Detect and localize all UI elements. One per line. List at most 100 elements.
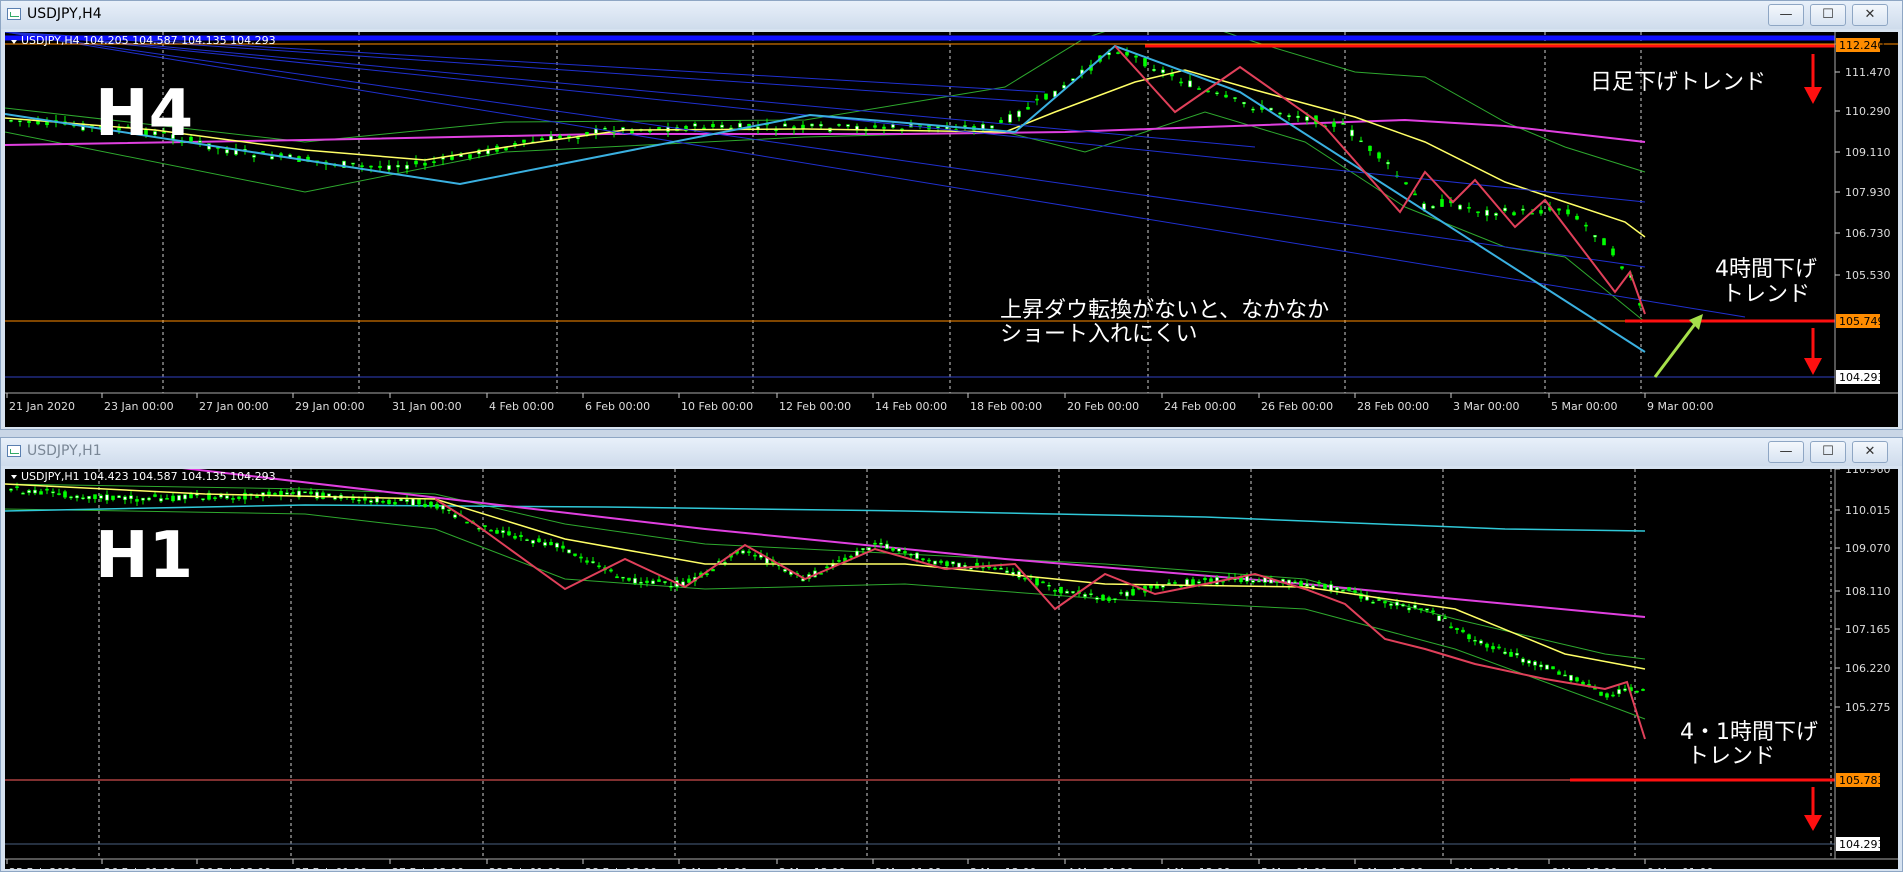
candle — [387, 499, 391, 504]
candle — [1041, 581, 1045, 584]
candle — [1485, 643, 1489, 648]
trend-line — [5, 32, 1646, 268]
chart-window-h1[interactable]: USDJPY,H1 — ☐ ✕ USDJPY,H1 104.423 104.58… — [0, 437, 1903, 872]
candle — [1341, 122, 1345, 125]
minimize-button[interactable]: — — [1768, 441, 1804, 463]
candle — [1620, 266, 1624, 269]
chart-window-h4[interactable]: USDJPY,H4 — ☐ ✕ USDJPY,H4 104.205 104.58… — [0, 0, 1903, 430]
time-axis-label: 5 Mar 00:00 — [1551, 400, 1617, 413]
down-arrow-icon — [1804, 328, 1822, 375]
time-axis-label: 6 Mar 01:00 — [1453, 866, 1519, 869]
candle — [849, 555, 853, 558]
annotation-note-1: 上昇ダウ転換がないと、なかなか — [1000, 298, 1329, 323]
time-axis-label: 2 Mar 01:00 — [681, 866, 747, 869]
candle — [1101, 594, 1105, 601]
candle — [609, 569, 613, 572]
candle — [720, 124, 724, 128]
candle — [1026, 107, 1030, 110]
price-scale-label: 110.960 — [1845, 469, 1891, 476]
chart-canvas[interactable]: USDJPY,H4 104.205 104.587 104.135 104.29… — [5, 32, 1898, 427]
candle — [255, 496, 259, 498]
maximize-button[interactable]: ☐ — [1810, 4, 1846, 26]
candle — [1605, 693, 1609, 698]
candle — [1353, 590, 1357, 593]
candle — [1449, 626, 1453, 629]
price-chart[interactable]: USDJPY,H1 104.423 104.587 104.135 104.29… — [5, 469, 1898, 869]
candle — [111, 495, 115, 500]
candle — [1539, 210, 1543, 214]
candle — [1443, 617, 1447, 620]
candle — [909, 554, 913, 556]
close-button[interactable]: ✕ — [1852, 4, 1888, 26]
maximize-button[interactable]: ☐ — [1810, 441, 1846, 463]
candle — [1089, 593, 1093, 595]
candle — [387, 165, 391, 170]
candle — [990, 125, 994, 129]
minimize-button[interactable]: — — [1768, 4, 1804, 26]
candle — [1455, 628, 1459, 630]
time-axis-label: 10 Feb 00:00 — [681, 400, 753, 413]
dropdown-icon[interactable] — [11, 475, 17, 479]
price-tag-label: 104.293 — [1839, 838, 1885, 851]
candle — [1461, 629, 1465, 633]
time-axis-label: 21 Jan 2020 — [9, 400, 75, 413]
time-axis-label: 5 Mar 01:00 — [1261, 866, 1327, 869]
candle — [81, 497, 85, 500]
candle — [573, 553, 577, 556]
candle — [738, 123, 742, 128]
close-button[interactable]: ✕ — [1852, 441, 1888, 463]
candle — [903, 551, 907, 554]
candle — [936, 126, 940, 129]
candle — [810, 123, 814, 127]
title-bar[interactable]: USDJPY,H4 — ☐ ✕ — [1, 1, 1902, 29]
candle — [1611, 248, 1615, 256]
candle — [1317, 581, 1321, 584]
candle — [93, 494, 97, 499]
time-axis-label: 3 Mar 01:00 — [875, 866, 941, 869]
annotation-daily-downtrend: 日足下げトレンド — [1590, 70, 1766, 95]
candle — [9, 120, 13, 122]
price-chart[interactable]: USDJPY,H4 104.205 104.587 104.135 104.29… — [5, 32, 1898, 427]
candle — [1476, 211, 1480, 214]
candle — [1215, 92, 1219, 95]
candle — [1293, 581, 1297, 584]
candle — [819, 124, 823, 127]
candle — [1197, 88, 1201, 90]
candle — [1119, 592, 1123, 594]
candle — [1299, 581, 1303, 587]
price-tag-label: 105.749 — [1839, 315, 1885, 328]
annotation-h4-h1-downtrend-2: トレンド — [1687, 744, 1775, 769]
candle — [891, 547, 895, 551]
candle — [21, 492, 25, 495]
candle — [633, 578, 637, 584]
candle — [1023, 577, 1027, 580]
trend-line — [5, 32, 1746, 318]
candle — [435, 503, 439, 509]
candle — [1239, 577, 1243, 583]
timeframe-label: H1 — [95, 519, 193, 593]
down-arrow-icon — [1804, 787, 1822, 831]
dropdown-icon[interactable] — [11, 40, 17, 44]
candle — [1203, 577, 1207, 581]
candle — [69, 496, 73, 499]
candle — [57, 493, 61, 495]
time-axis-label: 2 Mar 13:00 — [779, 866, 845, 869]
candle — [18, 120, 22, 123]
price-scale-label: 109.070 — [1845, 542, 1891, 555]
candle — [1440, 199, 1444, 207]
candle — [519, 535, 523, 537]
price-scale-label: 107.165 — [1845, 623, 1891, 636]
candle — [1386, 162, 1390, 165]
candle — [585, 560, 589, 563]
chart-canvas[interactable]: USDJPY,H1 104.423 104.587 104.135 104.29… — [5, 469, 1898, 869]
title-bar[interactable]: USDJPY,H1 — ☐ ✕ — [1, 438, 1902, 466]
candle — [468, 154, 472, 159]
candle — [1521, 208, 1525, 211]
price-tag-label: 105.783 — [1839, 774, 1885, 787]
candle — [291, 492, 295, 494]
candle — [1167, 582, 1171, 585]
candle — [1005, 570, 1009, 573]
candle — [501, 530, 505, 533]
candle — [1134, 55, 1138, 58]
candle — [1521, 658, 1525, 663]
